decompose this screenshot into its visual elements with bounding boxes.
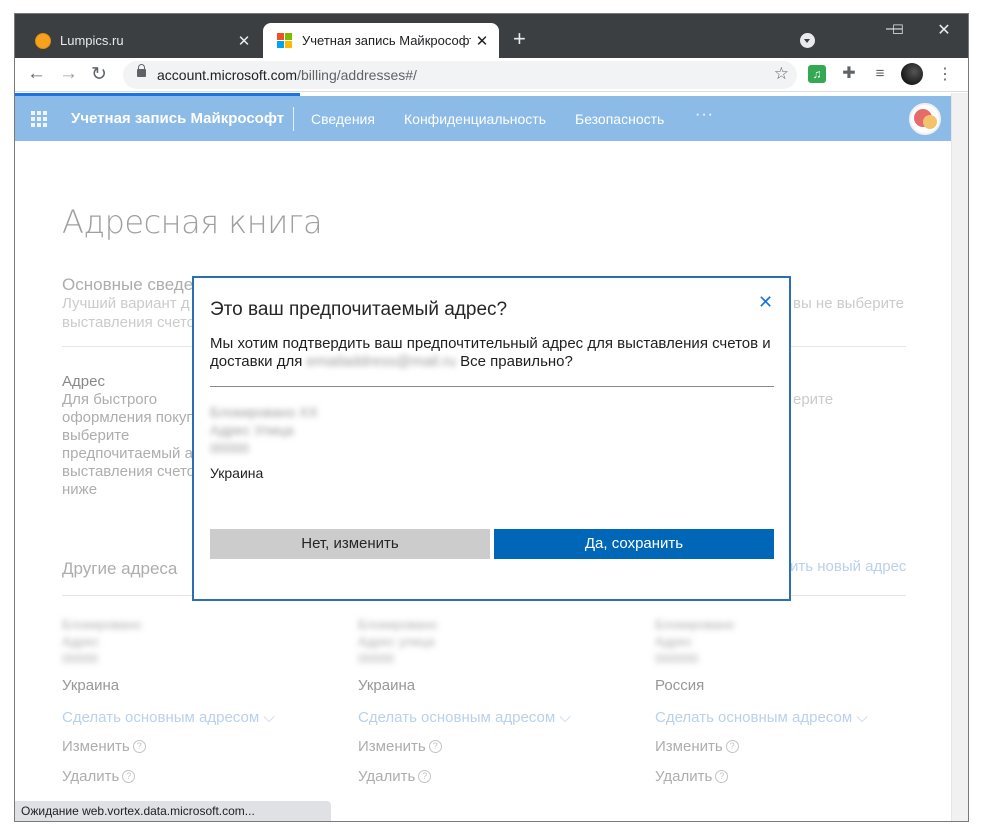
url-path: /billing/addresses#/: [297, 67, 417, 83]
app-launcher-icon[interactable]: [31, 111, 47, 127]
dialog-divider: [210, 386, 774, 387]
browser-toolbar: ← → ↻ account.microsoft.com/billing/addr…: [15, 58, 968, 92]
lock-icon: [137, 64, 146, 77]
account-avatar[interactable]: [909, 103, 941, 135]
brand-title[interactable]: Учетная запись Майкрософт: [71, 110, 284, 127]
ms-account-header: Учетная запись Майкрософт Сведения Конфи…: [15, 96, 951, 141]
dialog-email: emailaddress@mail.ru: [306, 353, 456, 370]
dialog-address-line: 00000: [210, 440, 249, 456]
dialog-title: Это ваш предпочитаемый адрес?: [210, 299, 508, 320]
nav-privacy[interactable]: Конфиденциальность: [404, 111, 546, 127]
back-button[interactable]: ←: [27, 63, 46, 85]
dialog-address-line: Блокировано ХХ: [210, 404, 318, 420]
tab-title: Lumpics.ru: [60, 33, 124, 48]
browser-window: Lumpics.ru ✕ Учетная запись Майкрософт |…: [0, 0, 982, 836]
browser-menu-icon[interactable]: ⋮: [937, 64, 953, 84]
forward-button[interactable]: →: [59, 63, 78, 85]
dialog-message-question: Все правильно?: [460, 353, 573, 370]
tab-search-icon[interactable]: [800, 33, 815, 48]
title-bar: Lumpics.ru ✕ Учетная запись Майкрософт |…: [15, 14, 968, 58]
tab-close-icon[interactable]: ✕: [233, 32, 255, 50]
tab-microsoft-account[interactable]: Учетная запись Майкрософт | А ✕: [263, 23, 499, 58]
reload-button[interactable]: ↻: [91, 63, 107, 86]
music-extension-icon[interactable]: ♫: [808, 65, 826, 83]
status-bar: Ожидание web.vortex.data.microsoft.com..…: [15, 801, 331, 821]
dialog-message: Мы хотим подтвердить ваш предпочтительны…: [210, 335, 780, 371]
close-window-button[interactable]: ✕: [921, 20, 967, 40]
new-tab-button[interactable]: +: [513, 27, 526, 51]
maximize-button[interactable]: ☐: [875, 22, 921, 38]
media-queue-icon[interactable]: ≡: [871, 65, 889, 83]
address-bar[interactable]: account.microsoft.com/billing/addresses#…: [123, 61, 797, 89]
nav-info[interactable]: Сведения: [311, 111, 375, 127]
url-host: account.microsoft.com: [157, 67, 298, 83]
more-menu-icon[interactable]: ···: [695, 106, 714, 124]
page-scrollbar[interactable]: [951, 93, 968, 821]
dialog-country: Украина: [210, 465, 264, 481]
confirm-address-dialog: Это ваш предпочитаемый адрес? ✕ Мы хотим…: [192, 276, 791, 601]
extensions-puzzle-icon[interactable]: ✚: [840, 65, 858, 83]
profile-avatar[interactable]: [901, 63, 923, 85]
lumpics-favicon-icon: [35, 32, 51, 49]
microsoft-favicon-icon: [277, 32, 293, 49]
bookmark-star-icon[interactable]: ☆: [774, 64, 789, 84]
dialog-address-line: Адрес Улица: [210, 422, 294, 438]
close-icon[interactable]: ✕: [758, 292, 773, 313]
tab-lumpics[interactable]: Lumpics.ru ✕: [21, 23, 261, 58]
tab-close-icon[interactable]: ✕: [471, 32, 493, 50]
no-change-button[interactable]: Нет, изменить: [210, 529, 490, 559]
nav-security[interactable]: Безопасность: [575, 111, 664, 127]
page-content: Учетная запись Майкрософт Сведения Конфи…: [15, 93, 951, 821]
tab-title: Учетная запись Майкрософт | А: [302, 33, 471, 48]
url-text[interactable]: account.microsoft.com/billing/addresses#…: [157, 67, 417, 83]
yes-save-button[interactable]: Да, сохранить: [494, 529, 774, 559]
header-divider: [293, 107, 294, 131]
